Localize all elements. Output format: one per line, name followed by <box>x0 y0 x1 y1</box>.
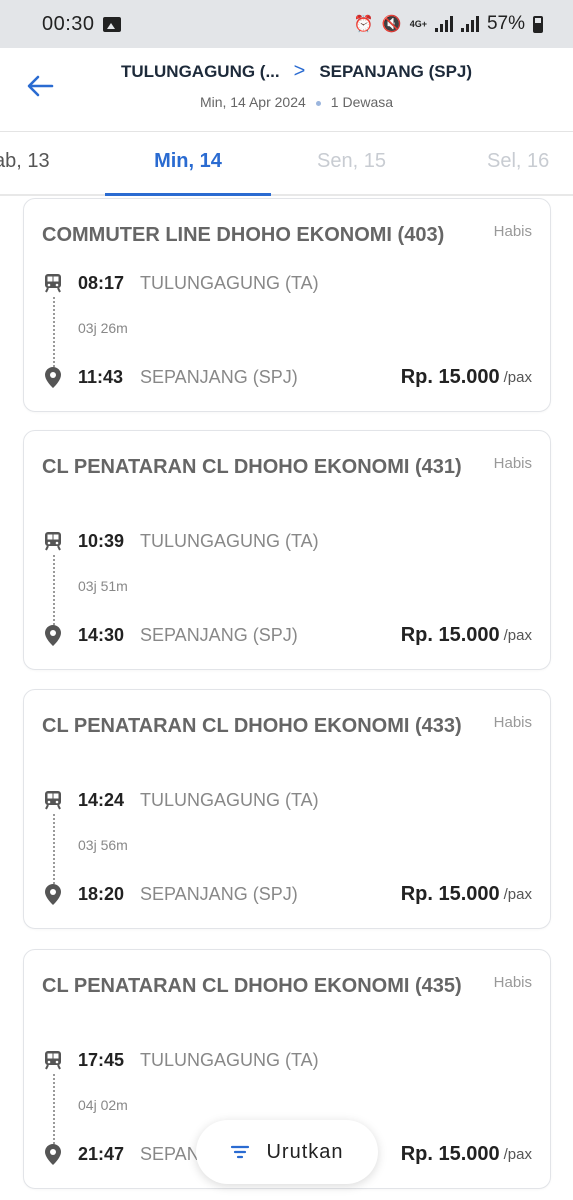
network-type: 4G+ <box>409 18 427 29</box>
price-unit: /pax <box>503 886 532 903</box>
status-badge: Habis <box>493 223 532 240</box>
route-line <box>53 814 55 884</box>
destination-station: SEPANJANG (SPJ) <box>319 61 473 81</box>
departure-station: TULUNGAGUNG (TA) <box>140 530 319 551</box>
arrival-time: 14:30 <box>78 625 125 645</box>
signal-icon-2 <box>460 16 479 32</box>
trip-duration: 04j 02m <box>78 1097 128 1113</box>
route-title[interactable]: TULUNGAGUNG (... > SEPANJANG (SPJ) <box>0 60 573 83</box>
separator-dot <box>315 100 321 106</box>
trip-info: Min, 14 Apr 2024 1 Dewasa <box>0 94 573 110</box>
location-pin-icon <box>42 367 64 389</box>
train-name: CL PENATARAN CL DHOHO EKONOMI (431) <box>42 456 462 478</box>
location-pin-icon <box>42 625 64 647</box>
date-tabs: ab, 13 Min, 14 Sen, 15 Sel, 16 <box>0 132 573 196</box>
date-tab-next-2[interactable]: Sel, 16 <box>487 150 549 173</box>
date-tab-next[interactable]: Sen, 15 <box>317 150 386 173</box>
ticket-price: Rp. 15.000 <box>400 883 500 905</box>
departure-time: 10:39 <box>78 530 125 551</box>
status-bar: 00:30 ⏰ 🔇 4G+ 57% <box>0 0 573 48</box>
departure-station: TULUNGAGUNG (TA) <box>140 789 319 810</box>
price-unit: /pax <box>503 627 532 644</box>
origin-station: TULUNGAGUNG (... <box>120 61 280 81</box>
status-time: 00:30 <box>42 12 95 35</box>
train-icon <box>42 272 64 294</box>
arrival-time: 18:20 <box>78 884 125 904</box>
train-card[interactable]: CL PENATARAN CL DHOHO EKONOMI (431) Habi… <box>23 430 551 670</box>
train-name: COMMUTER LINE DHOHO EKONOMI (403) <box>42 224 445 246</box>
route-line <box>53 1074 55 1144</box>
date-tab-active[interactable]: Min, 14 <box>105 150 271 173</box>
trip-duration: 03j 56m <box>78 837 128 853</box>
arrival-station: SEPANJANG (SPJ) <box>140 884 298 904</box>
route-line <box>53 555 55 625</box>
arrival-station: SEPAN <box>140 1144 200 1164</box>
train-name: CL PENATARAN CL DHOHO EKONOMI (433) <box>42 715 462 737</box>
status-badge: Habis <box>493 455 532 472</box>
battery-icon <box>533 15 543 33</box>
train-card[interactable]: COMMUTER LINE DHOHO EKONOMI (403) Habis … <box>23 198 551 412</box>
status-badge: Habis <box>493 974 532 991</box>
gallery-notification-icon <box>102 16 121 32</box>
ticket-price: Rp. 15.000 <box>400 1143 500 1165</box>
status-badge: Habis <box>493 714 532 731</box>
active-tab-indicator <box>105 193 271 196</box>
location-pin-icon <box>42 1144 64 1166</box>
trip-duration: 03j 26m <box>78 320 128 336</box>
arrival-time: 11:43 <box>78 367 124 387</box>
train-icon <box>42 1049 64 1071</box>
search-header: TULUNGAGUNG (... > SEPANJANG (SPJ) Min, … <box>0 48 573 132</box>
ticket-price: Rp. 15.000 <box>400 366 500 388</box>
departure-time: 08:17 <box>78 272 125 293</box>
arrival-time: 21:47 <box>78 1144 125 1164</box>
route-line <box>53 297 55 367</box>
departure-time: 14:24 <box>78 789 125 810</box>
ticket-price: Rp. 15.000 <box>400 624 500 646</box>
sort-icon <box>231 1145 250 1159</box>
chevron-right-icon: > <box>293 60 306 82</box>
train-card[interactable]: CL PENATARAN CL DHOHO EKONOMI (433) Habi… <box>23 689 551 929</box>
price-unit: /pax <box>503 369 532 386</box>
sort-button[interactable]: Urutkan <box>196 1120 378 1184</box>
sort-label: Urutkan <box>266 1140 344 1163</box>
date-tab-prev[interactable]: ab, 13 <box>0 150 50 173</box>
price-unit: /pax <box>503 1146 532 1163</box>
travel-date: Min, 14 Apr 2024 <box>199 94 306 110</box>
arrival-station: SEPANJANG (SPJ) <box>140 367 298 387</box>
battery-percent: 57% <box>486 13 525 34</box>
train-icon <box>42 789 64 811</box>
trip-duration: 03j 51m <box>78 578 128 594</box>
mute-icon: 🔇 <box>381 16 402 33</box>
passenger-count: 1 Dewasa <box>330 94 394 110</box>
departure-station: TULUNGAGUNG (TA) <box>140 1049 319 1070</box>
train-name: CL PENATARAN CL DHOHO EKONOMI (435) <box>42 975 462 997</box>
train-icon <box>42 530 64 552</box>
signal-icon <box>434 16 453 32</box>
alarm-icon: ⏰ <box>353 16 374 33</box>
location-pin-icon <box>42 884 64 906</box>
departure-station: TULUNGAGUNG (TA) <box>140 272 319 293</box>
arrival-station: SEPANJANG (SPJ) <box>140 625 298 645</box>
departure-time: 17:45 <box>78 1049 125 1070</box>
